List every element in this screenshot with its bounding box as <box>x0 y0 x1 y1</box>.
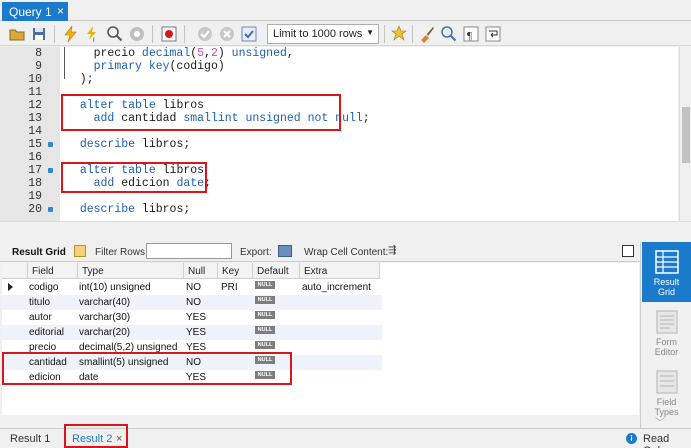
scroll-thumb[interactable] <box>682 107 690 163</box>
code-line: 9 primary key(codigo) <box>35 60 225 73</box>
read-only-status: Read Only <box>643 433 670 448</box>
field-types-icon <box>655 370 679 394</box>
filter-rows-input[interactable] <box>146 243 232 259</box>
commit-icon[interactable] <box>196 25 214 43</box>
current-row-icon <box>8 283 13 291</box>
info-icon: i <box>626 433 637 444</box>
highlight-box <box>2 352 292 385</box>
svg-text:¶: ¶ <box>467 30 472 42</box>
highlight-box <box>64 424 128 448</box>
form-icon <box>655 310 679 334</box>
result-tab-1[interactable]: Result 1 <box>10 433 50 445</box>
explain-icon[interactable] <box>106 25 124 43</box>
grid-icon <box>654 250 679 274</box>
column-header[interactable]: Field <box>28 263 78 279</box>
beautify-star-icon[interactable] <box>390 25 408 43</box>
svg-text:I: I <box>93 38 95 43</box>
invisible-chars-icon[interactable]: ¶ <box>462 25 480 43</box>
table-row[interactable]: titulo varchar(40) NO NULL <box>2 295 382 310</box>
result-grid: Field Type Null Key Default Extra codigo… <box>2 263 639 415</box>
highlight-box <box>61 162 207 193</box>
query-tab-bar: Query 1 × <box>0 0 691 21</box>
column-header[interactable]: Key <box>218 263 253 279</box>
export-label: Export: <box>240 247 272 258</box>
field-types-button[interactable]: Field Types <box>642 362 691 422</box>
null-badge: NULL <box>255 326 275 334</box>
column-header[interactable]: Type <box>78 263 184 279</box>
toggle-error-icon[interactable] <box>160 25 178 43</box>
editor-horizontal-scrollbar[interactable] <box>0 221 691 232</box>
filter-rows-label: Filter Rows: <box>95 247 148 258</box>
limit-rows-label: Limit to 1000 rows <box>273 28 363 40</box>
query-tab[interactable]: Query 1 × <box>2 2 68 21</box>
limit-rows-select[interactable]: Limit to 1000 rows ▼ <box>267 24 379 44</box>
null-badge: NULL <box>255 281 275 289</box>
null-badge: NULL <box>255 311 275 319</box>
table-row[interactable]: autor varchar(30) YES NULL <box>2 310 382 325</box>
panel-toggle-icon[interactable] <box>622 245 634 257</box>
result-grid-btn-label: Result Grid <box>653 277 680 297</box>
highlight-box <box>61 94 341 131</box>
table-row[interactable]: codigo int(10) unsigned NO PRI NULL auto… <box>2 280 382 295</box>
execute-lightning-icon[interactable] <box>62 25 80 43</box>
open-file-icon[interactable] <box>8 25 26 43</box>
grid-icon <box>74 245 86 257</box>
chevron-down-icon: ▼ <box>366 28 374 37</box>
result-grid-label[interactable]: Result Grid <box>12 247 66 258</box>
result-grid-button[interactable]: Result Grid <box>642 242 691 302</box>
stop-icon[interactable] <box>128 25 146 43</box>
code-line: 20 describe libros; <box>28 203 191 216</box>
find-icon[interactable] <box>440 25 458 43</box>
wrap-icon[interactable]: ⇶ <box>388 245 396 256</box>
close-icon[interactable]: × <box>57 4 64 18</box>
null-badge: NULL <box>255 341 275 349</box>
column-header[interactable]: Extra <box>300 263 380 279</box>
editor-vertical-scrollbar[interactable] <box>679 47 691 221</box>
chevron-down-icon[interactable]: ﹀ <box>655 414 665 429</box>
row-header-corner <box>2 263 28 279</box>
wrap-cell-label: Wrap Cell Content: <box>304 247 389 258</box>
form-editor-button[interactable]: Form Editor <box>642 302 691 362</box>
null-badge: NULL <box>255 296 275 304</box>
workbench-window: Query 1 × I Limit to 1000 rows ▼ ¶ 8 pre… <box>0 0 691 448</box>
column-header[interactable]: Null <box>184 263 218 279</box>
form-editor-btn-label: Form Editor <box>654 337 679 357</box>
editor-toolbar: I Limit to 1000 rows ▼ ¶ <box>0 22 691 46</box>
field-types-btn-label: Field Types <box>654 397 679 417</box>
table-row[interactable]: editorial varchar(20) YES NULL <box>2 325 382 340</box>
column-header[interactable]: Default <box>253 263 300 279</box>
rollback-icon[interactable] <box>218 25 236 43</box>
save-icon[interactable] <box>30 25 48 43</box>
code-line: 15 describe libros; <box>28 138 191 151</box>
query-tab-label: Query 1 <box>9 5 52 19</box>
code-line: 10 ); <box>28 73 94 86</box>
autocommit-icon[interactable] <box>240 25 258 43</box>
export-icon[interactable] <box>278 245 292 257</box>
brush-icon[interactable] <box>418 25 436 43</box>
sql-editor[interactable]: 8 precio decimal(5,2) unsigned, 9 primar… <box>0 47 678 221</box>
result-side-panel: Result Grid Form Editor Field Types ﹀ <box>640 242 691 432</box>
result-toolbar: Result Grid Filter Rows: Export: Wrap Ce… <box>0 242 640 262</box>
code-line: 8 precio decimal(5,2) unsigned, <box>35 47 294 60</box>
wrap-lines-icon[interactable] <box>484 25 502 43</box>
execute-current-icon[interactable]: I <box>84 25 102 43</box>
